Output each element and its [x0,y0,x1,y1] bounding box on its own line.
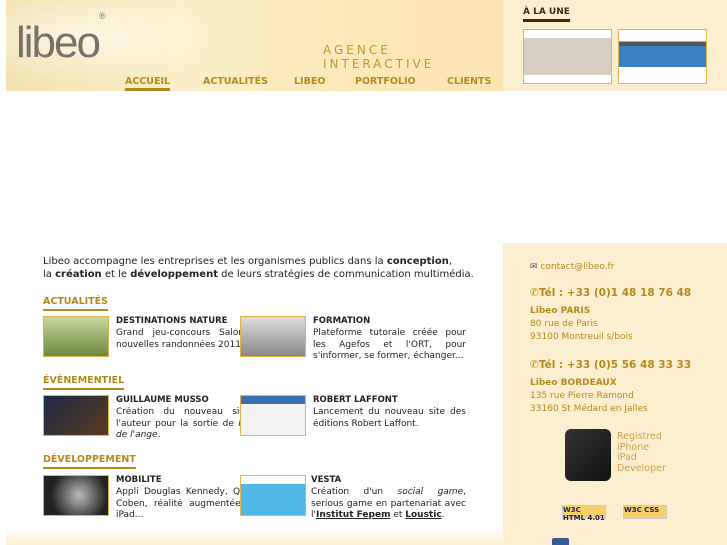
email-link[interactable]: ✉ contact@libeo.fr [530,262,614,272]
bordeaux-address-1: 135 rue Pierre Ramond [530,391,634,401]
news-title[interactable]: ROBERT LAFFONT [313,395,466,406]
phone-icon: ✆ [530,359,539,371]
news-item[interactable]: FORMATION Plateforme tutorale créée pour … [240,316,466,364]
nav-libeo[interactable]: LIBEO [294,76,325,87]
news-thumbnail[interactable] [240,316,306,357]
news-title[interactable]: VESTA [311,475,466,486]
logo[interactable]: libeo® [16,11,106,68]
news-thumbnail[interactable] [43,475,109,516]
une-thumbnail-1[interactable] [523,29,612,84]
footer-decoration [6,527,503,545]
header: libeo® AGENCE INTERACTIVE ACCUEIL ACTUAL… [6,0,503,91]
paris-phone: ✆Tél : +33 (0)1 48 18 76 48 [530,287,692,299]
registered-developer-text: Registred iPhone iPad Developer [617,431,666,474]
w3c-css-badge[interactable]: W3C CSS [623,505,667,519]
intro-text: Libeo accompagne les entreprises et les … [43,256,474,280]
paris-address-2: 93100 Montreuil s/bois [530,332,633,342]
a-la-une: À LA UNE [503,0,727,91]
main-nav: ACCUEIL ACTUALITÉS LIBEO PORTFOLIO CLIEN… [6,76,503,91]
news-item[interactable]: GUILLAUME MUSSO Création du nouveau site … [43,395,269,443]
paris-name: Libeo PARIS [530,306,591,316]
bordeaux-phone: ✆Tél : +33 (0)5 56 48 33 33 [530,359,692,371]
w3c-html-badge[interactable]: W3C HTML 4.01 [562,505,606,522]
paris-address-1: 80 rue de Paris [530,319,598,329]
bordeaux-name: Libeo BORDEAUX [530,378,617,388]
logo-text: libeo [16,18,101,67]
news-item[interactable]: DESTINATIONS NATURE Grand jeu-concours Sa… [43,316,269,364]
news-thumbnail[interactable] [240,395,306,436]
une-thumbnail-2[interactable] [618,29,707,84]
nav-actualites[interactable]: ACTUALITÉS [203,76,268,87]
bordeaux-address-2: 33160 St Médard en Jalles [530,404,648,414]
news-item[interactable]: MOBILITE Appli Douglas Kennedy, QRCode Co… [43,475,269,523]
registered-mark: ® [98,11,106,22]
news-thumbnail[interactable] [43,316,109,357]
nav-accueil[interactable]: ACCUEIL [125,76,171,91]
contact-sidebar: ✉ contact@libeo.fr ✆Tél : +33 (0)1 48 18… [503,243,727,545]
section-evenementiel-title: ÉVÈNEMENTIEL [43,375,125,390]
nav-portfolio[interactable]: PORTFOLIO [355,76,416,87]
nav-clients[interactable]: CLIENTS [447,76,491,87]
section-actualites-title: ACTUALITÉS [43,296,108,311]
news-thumbnail[interactable] [240,475,306,516]
tagline: AGENCE INTERACTIVE [323,43,435,71]
news-item[interactable]: VESTA Création d'un social game, serious … [240,475,466,523]
news-thumbnail[interactable] [43,395,109,436]
section-developpement-title: DÉVELOPPEMENT [43,454,136,469]
a-la-une-title: À LA UNE [523,7,570,22]
link-institut-fepem[interactable]: Institut Fepem [316,510,390,520]
phone-icon: ✆ [530,287,539,299]
envelope-icon: ✉ [530,262,538,272]
facebook-icon[interactable] [552,538,569,545]
news-item[interactable]: ROBERT LAFFONT Lancement du nouveau site … [240,395,466,443]
link-loustic[interactable]: Loustic [405,510,441,520]
iphone-image [565,429,611,481]
news-title[interactable]: FORMATION [313,316,466,327]
